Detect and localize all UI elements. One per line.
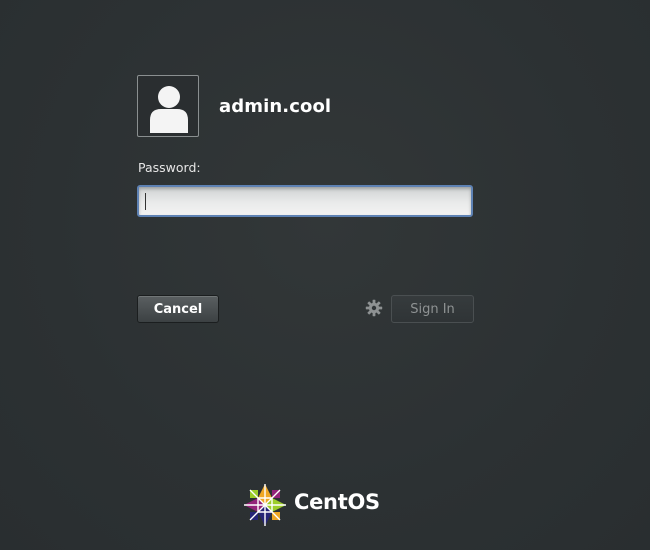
cancel-button[interactable]: Cancel (137, 295, 219, 323)
sign-in-button[interactable]: Sign In (391, 295, 474, 323)
text-caret (145, 193, 146, 210)
centos-logo (244, 484, 286, 526)
gear-icon[interactable] (365, 299, 383, 317)
password-label: Password: (138, 160, 201, 175)
user-avatar (137, 75, 199, 137)
username-label: admin.cool (219, 96, 332, 117)
password-field[interactable] (137, 185, 473, 217)
user-silhouette-icon (150, 86, 188, 133)
centos-wordmark: CentOS (294, 490, 380, 514)
login-screen: admin.cool Password: Cancel Sign In Cent… (0, 0, 650, 550)
